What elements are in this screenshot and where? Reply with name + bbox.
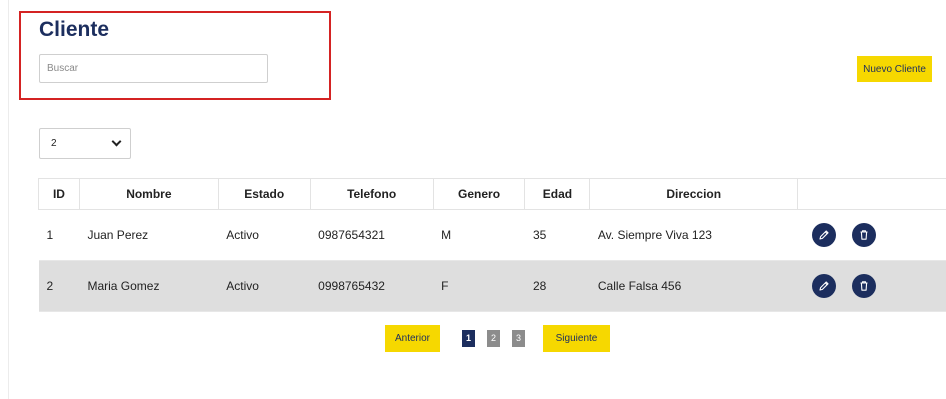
column-header-edad[interactable]: Edad [524,178,591,210]
column-header-telefono[interactable]: Telefono [309,178,434,210]
page-title: Cliente [39,18,110,41]
previous-page-button[interactable]: Anterior [385,325,440,352]
trash-icon [860,230,868,240]
clients-table: ID Nombre Estado Telefono Genero Edad Di… [38,178,946,312]
column-header-nombre[interactable]: Nombre [78,178,219,210]
column-header-id[interactable]: ID [38,178,80,210]
column-header-genero[interactable]: Genero [432,178,526,210]
page-button-2[interactable]: 2 [487,330,500,347]
pagination: Anterior 1 2 3 Siguiente [0,325,946,352]
cell-genero: F [433,260,525,312]
edit-button[interactable] [811,274,836,298]
column-header-estado[interactable]: Estado [217,178,311,210]
search-input[interactable] [39,54,268,83]
page-size-value: 2 [51,138,57,149]
cell-id: 1 [38,209,80,261]
column-header-actions [797,178,946,210]
cell-direccion: Av. Siempre Viva 123 [589,209,798,261]
cell-actions [797,209,946,261]
cell-genero: M [433,209,525,261]
delete-button[interactable] [851,223,876,247]
next-page-button[interactable]: Siguiente [543,325,610,352]
pencil-icon [819,281,829,291]
cell-id: 2 [38,260,80,312]
cell-telefono: 0998765432 [310,260,434,312]
trash-icon [860,281,868,291]
page-size-select[interactable]: 2 [39,128,131,159]
cell-direccion: Calle Falsa 456 [589,260,798,312]
page-button-1[interactable]: 1 [462,330,475,347]
cell-estado: Activo [218,260,311,312]
edit-button[interactable] [811,223,836,247]
cell-estado: Activo [218,209,311,261]
cell-telefono: 0987654321 [310,209,434,261]
pencil-icon [819,230,829,240]
page-button-3[interactable]: 3 [512,330,525,347]
table-row: 2 Maria Gomez Activo 0998765432 F 28 Cal… [38,260,946,312]
column-header-direccion[interactable]: Direccion [589,178,799,210]
cell-nombre: Maria Gomez [79,260,219,312]
table-row: 1 Juan Perez Activo 0987654321 M 35 Av. … [38,209,946,261]
cell-actions [797,260,946,312]
cell-edad: 35 [524,209,590,261]
new-client-button[interactable]: Nuevo Cliente [857,56,932,82]
client-page: Cliente Nuevo Cliente 2 ID Nombre Estado… [0,0,946,399]
cell-edad: 28 [524,260,590,312]
table-header-row: ID Nombre Estado Telefono Genero Edad Di… [38,178,946,210]
chevron-down-icon [111,136,122,147]
delete-button[interactable] [851,274,876,298]
cell-nombre: Juan Perez [79,209,219,261]
